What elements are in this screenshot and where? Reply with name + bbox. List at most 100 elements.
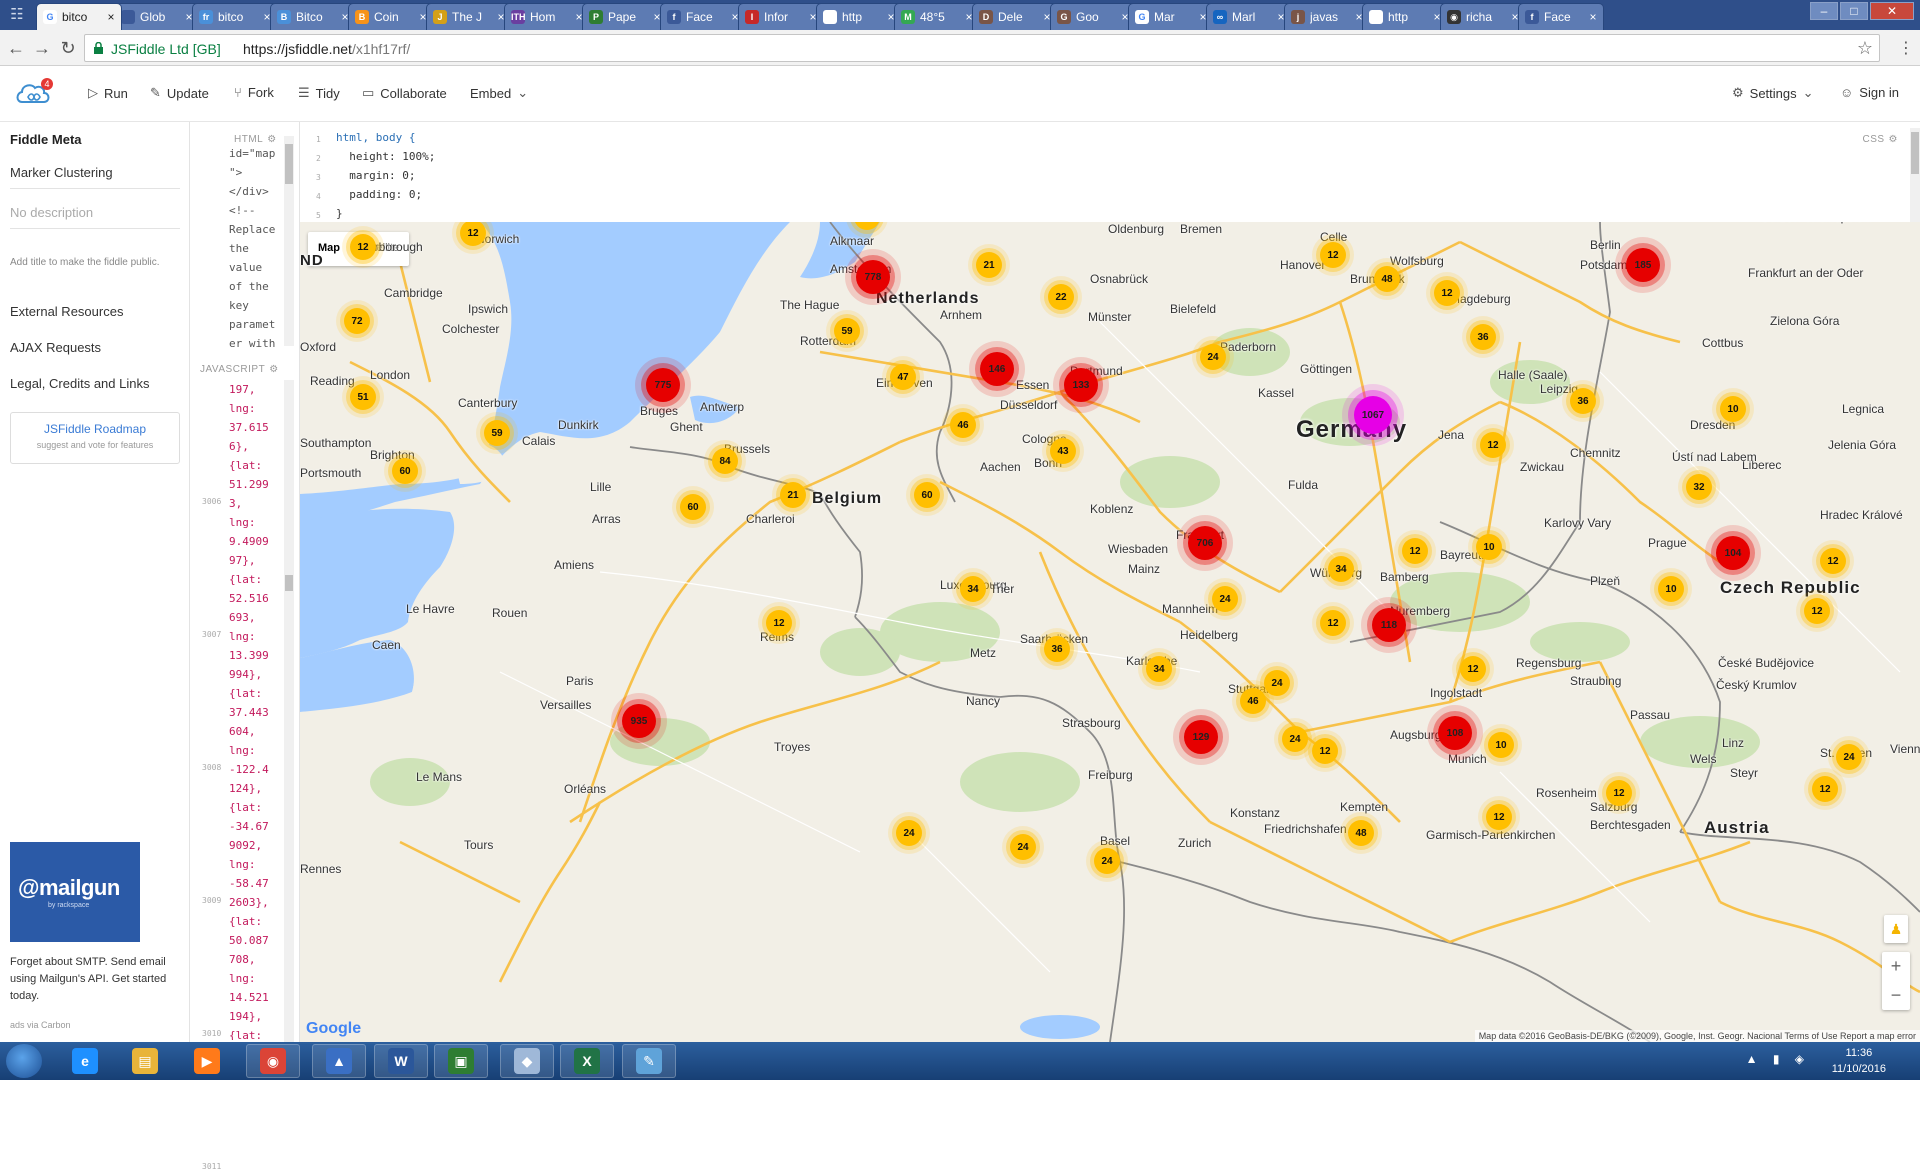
marker-cluster[interactable]: 21 xyxy=(780,482,806,508)
sidebar-item-external-resources[interactable]: External Resources xyxy=(10,304,123,319)
taskbar-word-button[interactable]: W xyxy=(374,1044,428,1078)
zoom-out-button[interactable]: − xyxy=(1882,981,1910,1010)
marker-cluster[interactable]: 146 xyxy=(980,352,1014,386)
url-input[interactable]: JSFiddle Ltd [GB] https://jsfiddle.net/x… xyxy=(84,34,1880,62)
taskbar-explorer-button[interactable]: ▤ xyxy=(118,1044,172,1078)
marker-cluster[interactable]: 21 xyxy=(976,252,1002,278)
browser-tab[interactable]: G Goo × xyxy=(1050,3,1136,30)
marker-cluster[interactable]: 24 xyxy=(1094,848,1120,874)
marker-cluster[interactable]: 46 xyxy=(1240,688,1266,714)
marker-cluster[interactable]: 185 xyxy=(1626,248,1660,282)
marker-cluster[interactable]: 12 xyxy=(1460,656,1486,682)
browser-tab[interactable]: ITH Hom × xyxy=(504,3,590,30)
marker-cluster[interactable]: 24 xyxy=(1282,726,1308,752)
taskbar-app7-button[interactable]: ▣ xyxy=(434,1044,488,1078)
marker-cluster[interactable]: 48 xyxy=(1374,266,1400,292)
ad-text[interactable]: Forget about SMTP. Send email using Mail… xyxy=(10,954,185,1005)
marker-cluster[interactable]: 47 xyxy=(890,364,916,390)
marker-cluster[interactable]: 84 xyxy=(712,448,738,474)
marker-cluster[interactable]: 12 xyxy=(1312,738,1338,764)
browser-tab[interactable]: D Dele × xyxy=(972,3,1058,30)
taskbar-media-button[interactable]: ▶ xyxy=(180,1044,234,1078)
bookmark-star-icon[interactable]: ☆ xyxy=(1857,38,1873,59)
marker-cluster[interactable]: 12 xyxy=(1434,280,1460,306)
browser-tab[interactable]: ∞ Marl × xyxy=(1206,3,1292,30)
css-scrollbar[interactable] xyxy=(1910,128,1920,222)
marker-cluster[interactable]: 775 xyxy=(646,368,680,402)
marker-cluster[interactable]: 34 xyxy=(1146,656,1172,682)
marker-cluster[interactable]: 10 xyxy=(1720,396,1746,422)
run-button[interactable]: ▷ Run xyxy=(88,85,128,101)
marker-cluster[interactable]: 24 xyxy=(1010,834,1036,860)
maximize-icon[interactable]: □ xyxy=(1840,2,1868,20)
sidebar-section-title[interactable]: Fiddle Meta xyxy=(10,132,82,147)
marker-cluster[interactable]: 34 xyxy=(1328,556,1354,582)
browser-tab[interactable]: j javas × xyxy=(1284,3,1370,30)
browser-tab[interactable]: http × xyxy=(816,3,902,30)
browser-tab[interactable]: B Bitco × xyxy=(270,3,356,30)
marker-cluster[interactable]: 60 xyxy=(680,494,706,520)
mailgun-ad-image[interactable]: @mailgun by rackspace xyxy=(10,842,140,942)
browser-tab[interactable]: http × xyxy=(1362,3,1448,30)
js-scrollbar[interactable] xyxy=(284,380,294,1042)
css-editor[interactable]: html, body { height: 100%; margin: 0; pa… xyxy=(336,128,435,223)
browser-tab[interactable]: G Mar × xyxy=(1128,3,1214,30)
marker-cluster[interactable]: 24 xyxy=(1264,670,1290,696)
marker-cluster[interactable]: 1067 xyxy=(1354,396,1392,434)
marker-cluster[interactable]: 36 xyxy=(1570,388,1596,414)
browser-tab[interactable]: M 48°5 × xyxy=(894,3,980,30)
reload-icon[interactable]: ↻ xyxy=(58,38,78,58)
taskbar-paint-button[interactable]: ✎ xyxy=(622,1044,676,1078)
marker-cluster[interactable]: 12 xyxy=(1812,776,1838,802)
fork-button[interactable]: ⑂ Fork xyxy=(234,85,274,100)
settings-button[interactable]: ⚙ Settings ⌄ xyxy=(1732,85,1814,101)
back-icon[interactable]: ← xyxy=(6,38,26,58)
marker-cluster[interactable]: 12 xyxy=(1320,242,1346,268)
marker-cluster[interactable]: 129 xyxy=(1184,720,1218,754)
chrome-apps-icon[interactable]: ☷ xyxy=(6,6,28,24)
marker-cluster[interactable]: 43 xyxy=(1050,438,1076,464)
marker-cluster[interactable]: 12 xyxy=(1480,432,1506,458)
marker-cluster[interactable]: 133 xyxy=(1064,368,1098,402)
marker-cluster[interactable]: 12 xyxy=(1606,780,1632,806)
marker-cluster[interactable]: 60 xyxy=(392,458,418,484)
browser-tab[interactable]: J The J × xyxy=(426,3,512,30)
marker-cluster[interactable]: 48 xyxy=(1348,820,1374,846)
marker-cluster[interactable]: 24 xyxy=(1836,744,1862,770)
sidebar-item-legal[interactable]: Legal, Credits and Links xyxy=(10,376,149,391)
close-window-icon[interactable]: ✕ xyxy=(1870,2,1914,20)
embed-button[interactable]: Embed ⌄ xyxy=(470,85,528,101)
marker-cluster[interactable]: 12 xyxy=(1402,538,1428,564)
marker-cluster[interactable]: 12 xyxy=(1486,804,1512,830)
jsfiddle-logo-icon[interactable]: 4 xyxy=(14,78,54,108)
zoom-in-button[interactable]: + xyxy=(1882,952,1910,981)
browser-tab[interactable]: Glob × xyxy=(114,3,200,30)
marker-cluster[interactable]: 108 xyxy=(1438,716,1472,750)
browser-tab[interactable]: I Infor × xyxy=(738,3,824,30)
ads-via-link[interactable]: ads via Carbon xyxy=(10,1020,71,1030)
marker-cluster[interactable]: 706 xyxy=(1188,526,1222,560)
marker-cluster[interactable]: 51 xyxy=(350,384,376,410)
taskbar-ie-button[interactable]: e xyxy=(58,1044,112,1078)
marker-cluster[interactable]: 10 xyxy=(1488,732,1514,758)
collaborate-button[interactable]: ▭ Collaborate xyxy=(362,85,447,101)
js-editor[interactable]: 197, lng: 37.615 6}, {lat: 51.299 3, lng: 9.4909… xyxy=(229,380,284,1040)
browser-tab[interactable]: B Coin × xyxy=(348,3,434,30)
marker-cluster[interactable]: 22 xyxy=(1048,284,1074,310)
tab-close-icon[interactable]: × xyxy=(105,10,117,24)
sidebar-item-ajax-requests[interactable]: AJAX Requests xyxy=(10,340,101,355)
update-button[interactable]: ✎ Update xyxy=(150,85,209,101)
html-editor[interactable]: id="map "> </div> <!-- Replace the value of the… xyxy=(229,144,284,354)
marker-cluster[interactable]: 104 xyxy=(1716,536,1750,570)
tab-close-icon[interactable]: × xyxy=(1587,10,1599,24)
css-panel-label[interactable]: CSS ⚙ xyxy=(1862,134,1898,145)
system-tray-icons[interactable]: ▲ ▮ ◈ xyxy=(1746,1052,1810,1066)
gear-icon[interactable]: ⚙ xyxy=(269,364,278,375)
minimize-icon[interactable]: – xyxy=(1810,2,1838,20)
marker-cluster[interactable]: 12 xyxy=(1820,548,1846,574)
marker-cluster[interactable]: 118 xyxy=(1372,608,1406,642)
marker-cluster[interactable]: 59 xyxy=(834,318,860,344)
fiddle-description-input[interactable]: No description xyxy=(10,205,93,220)
tidy-button[interactable]: ☰ Tidy xyxy=(298,85,340,101)
browser-tab[interactable]: P Pape × xyxy=(582,3,668,30)
